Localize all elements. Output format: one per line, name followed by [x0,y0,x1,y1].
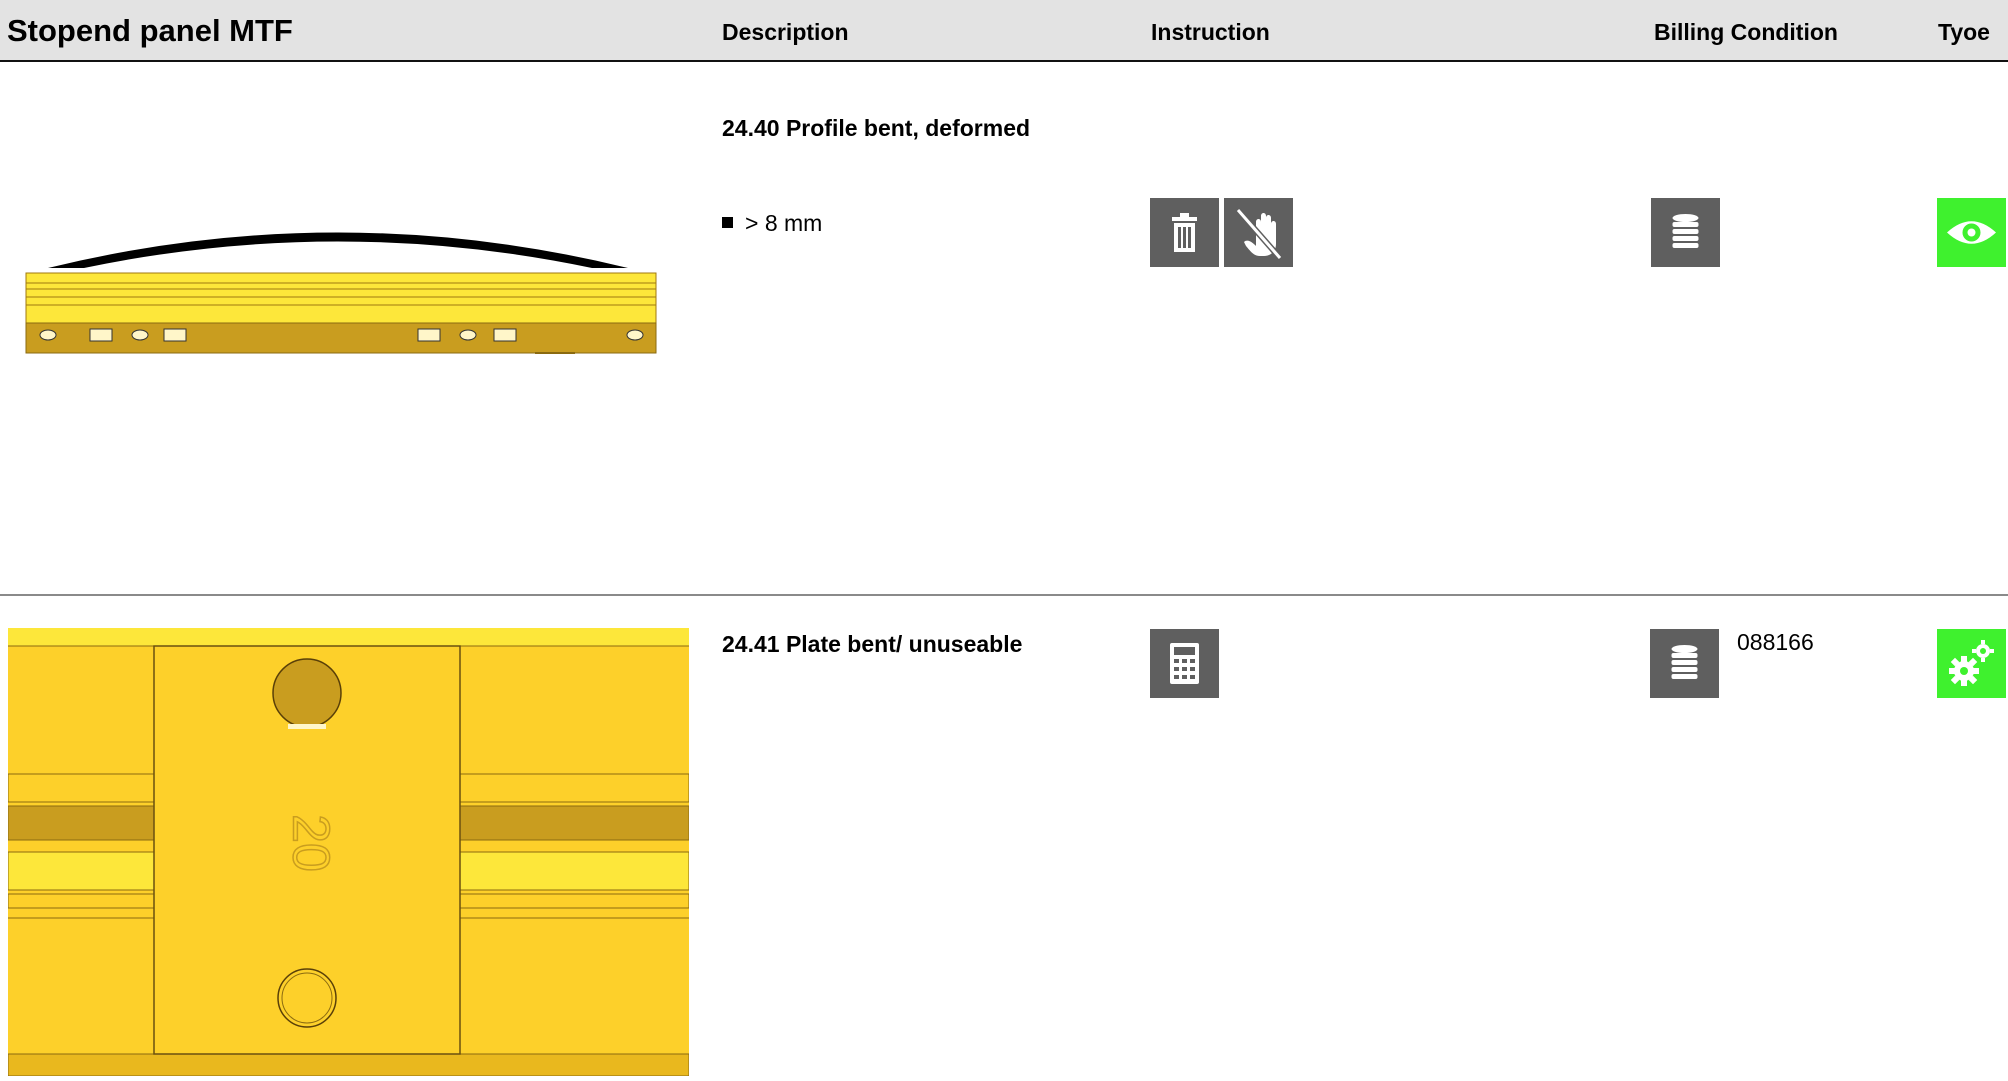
column-header-description: Description [722,19,849,45]
item-title-24-40: 24.40 Profile bent, deformed [722,115,1031,141]
stamp-text: 20 [281,814,339,872]
column-header-billing-condition: Billing Condition [1654,19,1838,45]
billing-code: 088166 [1737,629,1814,655]
no-touch-hand-icon [1224,198,1293,267]
page-title: Stopend panel MTF [7,13,293,48]
calculator-icon [1150,629,1219,698]
column-header-type: Tyoe [1938,19,1990,45]
item-title-24-41: 24.41 Plate bent/ unuseable [722,631,1023,657]
column-header-instruction: Instruction [1151,19,1270,45]
list-item: > 8 mm [722,210,822,237]
gears-icon [1937,629,2006,698]
bent-profile-illustration [20,205,660,355]
coins-stack-icon [1650,629,1719,698]
list-item-text: > 8 mm [745,210,823,236]
coins-stack-icon [1651,198,1720,267]
bullet-square-icon [722,217,733,228]
table-header: Stopend panel MTF Description Instructio… [0,0,2008,62]
eye-icon [1937,198,2006,267]
plate-closeup-illustration: 20 [7,628,690,1077]
trash-icon [1150,198,1219,267]
row-divider [0,594,2008,596]
